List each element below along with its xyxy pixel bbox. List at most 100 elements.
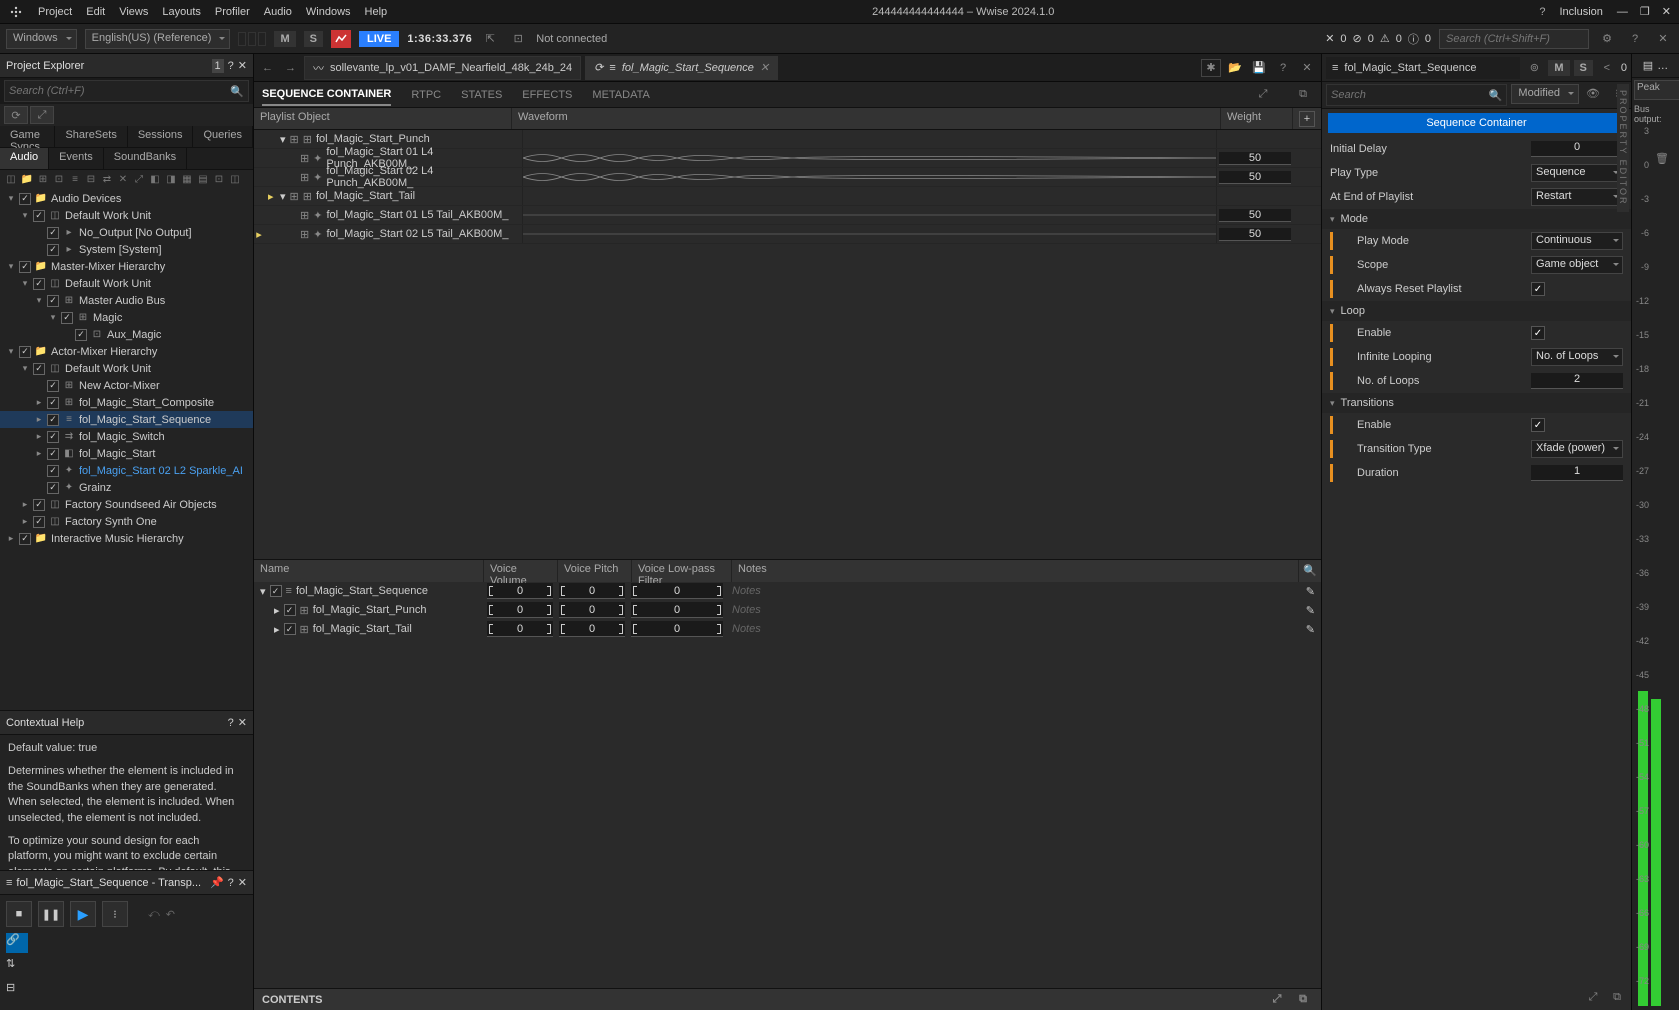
add-icon[interactable]: +: [1299, 111, 1315, 127]
weight-field[interactable]: 50: [1219, 209, 1291, 222]
expand-icon[interactable]: ▸: [274, 623, 280, 636]
pin-icon[interactable]: 1: [212, 59, 224, 73]
stop-button[interactable]: ■: [6, 901, 32, 927]
transport-close-icon[interactable]: ✕: [238, 876, 247, 889]
tab-sharesets[interactable]: ShareSets: [55, 126, 127, 147]
weight-field[interactable]: 50: [1219, 171, 1291, 184]
tree-node[interactable]: ▸📁Interactive Music Hierarchy: [0, 530, 253, 547]
transport-pin-icon[interactable]: 📌: [210, 876, 224, 889]
notes-field[interactable]: Notes: [726, 623, 1300, 635]
expand-icon[interactable]: ▾: [48, 312, 58, 323]
menu-audio[interactable]: Audio: [264, 6, 292, 18]
property-number-field[interactable]: 1: [1531, 465, 1623, 481]
doc-tab-1[interactable]: 〰 sollevante_lp_v01_DAMF_Nearfield_48k_2…: [304, 56, 581, 80]
menu-views[interactable]: Views: [119, 6, 148, 18]
include-checkbox[interactable]: [47, 465, 59, 477]
tree-node[interactable]: ▾◫Default Work Unit: [0, 275, 253, 292]
reset-icon[interactable]: ↶: [166, 908, 175, 921]
close-small-icon[interactable]: ✕: [1325, 32, 1334, 45]
expand-icon[interactable]: ▸: [34, 414, 44, 425]
tool-icon[interactable]: ◨: [164, 172, 178, 186]
tab-rtpc[interactable]: RTPC: [411, 85, 441, 105]
tree-node[interactable]: ⊡Aux_Magic: [0, 326, 253, 343]
link-icon[interactable]: 🔗: [6, 933, 28, 953]
prop-mute-button[interactable]: M: [1548, 60, 1569, 76]
include-checkbox[interactable]: [19, 346, 31, 358]
tab-events[interactable]: Events: [49, 148, 104, 169]
tab-help-icon[interactable]: ?: [1273, 59, 1293, 77]
tab-sequence-container[interactable]: SEQUENCE CONTAINER: [262, 84, 391, 106]
tab-sessions[interactable]: Sessions: [128, 126, 194, 147]
meter-icon[interactable]: ▤: [1643, 59, 1653, 72]
menu-windows[interactable]: Windows: [306, 6, 351, 18]
tool-icon[interactable]: ▦: [180, 172, 194, 186]
property-dropdown[interactable]: No. of Loops: [1531, 348, 1623, 366]
col-voice-pitch[interactable]: Voice Pitch: [558, 560, 632, 582]
menu-layouts[interactable]: Layouts: [162, 6, 201, 18]
tool-icon[interactable]: ⇄: [100, 172, 114, 186]
transport-help-icon[interactable]: ?: [228, 877, 234, 889]
expand-icon[interactable]: ▾: [20, 210, 30, 221]
include-checkbox[interactable]: [47, 380, 59, 392]
tree-node[interactable]: ▸≡fol_Magic_Start_Sequence: [0, 411, 253, 428]
property-dropdown[interactable]: Restart: [1531, 188, 1623, 206]
voice-lpf-field[interactable]: 0: [631, 602, 723, 618]
tree-node[interactable]: ▸◫Factory Synth One: [0, 513, 253, 530]
include-checkbox[interactable]: [33, 516, 45, 528]
include-checkbox[interactable]: [47, 448, 59, 460]
property-group-header[interactable]: ▾Mode: [1322, 209, 1631, 229]
include-checkbox[interactable]: [19, 533, 31, 545]
tool-icon[interactable]: ◫: [228, 172, 242, 186]
voice-volume-field[interactable]: 0: [487, 602, 553, 618]
tree-node[interactable]: ▸⊞fol_Magic_Start_Composite: [0, 394, 253, 411]
explorer-search-input[interactable]: [5, 85, 226, 97]
include-checkbox[interactable]: [284, 604, 296, 616]
tool-icon[interactable]: 📁: [20, 172, 34, 186]
minimize-icon[interactable]: —: [1617, 6, 1628, 18]
weight-field[interactable]: 50: [1219, 152, 1291, 165]
include-checkbox[interactable]: [33, 278, 45, 290]
project-tree[interactable]: ▾📁Audio Devices▾◫Default Work Unit▸No_Ou…: [0, 188, 253, 710]
search-icon[interactable]: 🔍: [226, 85, 248, 98]
filter-icon[interactable]: ⇅: [6, 957, 28, 977]
col-weight[interactable]: Weight: [1221, 108, 1293, 129]
property-editor-side-tab[interactable]: PROPERTY EDITOR: [1617, 84, 1629, 212]
property-group-header[interactable]: ▾Transitions: [1322, 393, 1631, 413]
meter-mode-dropdown[interactable]: Peak: [1634, 80, 1679, 100]
expand-contents-icon[interactable]: ⤢: [1267, 991, 1287, 1009]
tree-node[interactable]: ▾⊞Magic: [0, 309, 253, 326]
save-icon[interactable]: 💾: [1249, 59, 1269, 77]
help-icon[interactable]: ?: [1539, 6, 1545, 18]
voice-pitch-field[interactable]: 0: [559, 583, 625, 599]
tree-node[interactable]: ▸⇉fol_Magic_Switch: [0, 428, 253, 445]
tab-game-syncs[interactable]: Game Syncs: [0, 126, 55, 147]
tree-node[interactable]: ▸◫Factory Soundseed Air Objects: [0, 496, 253, 513]
tree-node[interactable]: ✦Grainz: [0, 479, 253, 496]
expand-icon[interactable]: ▾: [260, 585, 266, 598]
tree-node[interactable]: ⊞New Actor-Mixer: [0, 377, 253, 394]
gear-icon[interactable]: ⚙: [1597, 30, 1617, 48]
col-voice-volume[interactable]: Voice Volume: [484, 560, 558, 582]
tab-states[interactable]: STATES: [461, 85, 502, 105]
close-icon[interactable]: ✕: [1662, 5, 1671, 18]
voice-pitch-field[interactable]: 0: [559, 602, 625, 618]
expand-icon[interactable]: ▸: [34, 397, 44, 408]
contents-row[interactable]: ▾≡fol_Magic_Start_Sequence000Notes✎: [254, 582, 1321, 601]
expand-icon[interactable]: ▾: [280, 133, 286, 146]
include-checkbox[interactable]: [33, 363, 45, 375]
tree-node[interactable]: ▾◫Default Work Unit: [0, 207, 253, 224]
tool-icon[interactable]: ≡: [68, 172, 82, 186]
locate-icon[interactable]: ⊚: [1524, 59, 1544, 77]
include-checkbox[interactable]: [19, 193, 31, 205]
solo-button[interactable]: S: [304, 31, 323, 47]
nav-back-icon[interactable]: ←: [258, 62, 277, 74]
property-dropdown[interactable]: Continuous: [1531, 232, 1623, 250]
error-icon[interactable]: ⊘: [1353, 32, 1362, 45]
expand-icon[interactable]: ▾: [20, 278, 30, 289]
meter-more-icon[interactable]: …: [1657, 60, 1668, 72]
doc-tab-2[interactable]: ⟳ ≡ fol_Magic_Start_Sequence ✕: [585, 56, 778, 80]
include-checkbox[interactable]: [47, 482, 59, 494]
live-badge[interactable]: LIVE: [359, 31, 399, 47]
expand-icon[interactable]: ▾: [34, 295, 44, 306]
include-checkbox[interactable]: [284, 623, 296, 635]
